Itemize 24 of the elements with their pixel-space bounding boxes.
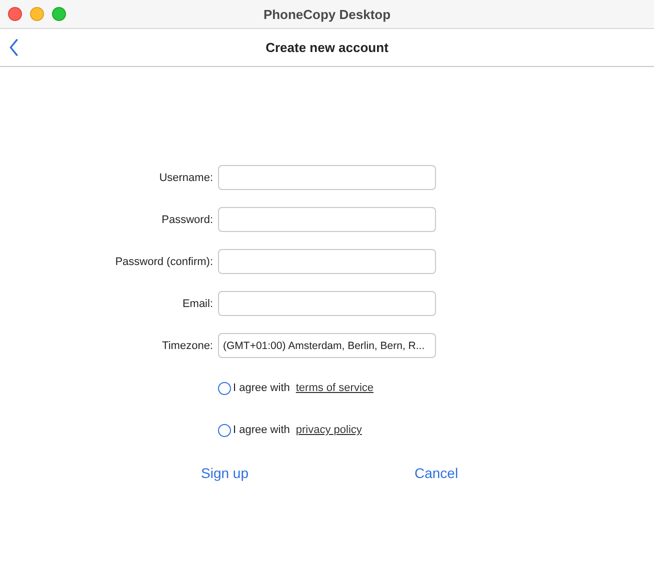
field-label: Password: [160, 214, 213, 226]
back-icon[interactable] [9, 39, 19, 56]
input-field[interactable] [218, 291, 436, 316]
checkbox[interactable] [218, 424, 231, 436]
zoom-button[interactable] [52, 7, 66, 21]
input-field[interactable] [218, 207, 436, 232]
cancel-button[interactable]: Cancel [414, 465, 458, 481]
input-field[interactable] [218, 249, 436, 274]
field-label: Password (confirm): [114, 256, 213, 268]
agree-label: I agree with [233, 382, 290, 394]
document-link[interactable]: privacy policy [296, 424, 362, 436]
field-label: Timezone: [161, 340, 213, 352]
close-button[interactable] [8, 7, 22, 21]
agree-label: I agree with [233, 424, 290, 436]
minimize-button[interactable] [30, 7, 44, 21]
window-title: PhoneCopy Desktop [263, 6, 391, 22]
field-label: Email: [181, 298, 213, 310]
checkbox[interactable] [218, 382, 231, 394]
page-title: Create new account [266, 40, 388, 55]
field-label: Username: [158, 172, 213, 184]
timezone-dropdown[interactable]: (GMT+01:00) Amsterdam, Berlin, Bern, R... [218, 333, 436, 358]
input-field[interactable] [218, 165, 436, 190]
document-link[interactable]: terms of service [296, 382, 374, 394]
sign-up-button[interactable]: Sign up [201, 465, 248, 481]
